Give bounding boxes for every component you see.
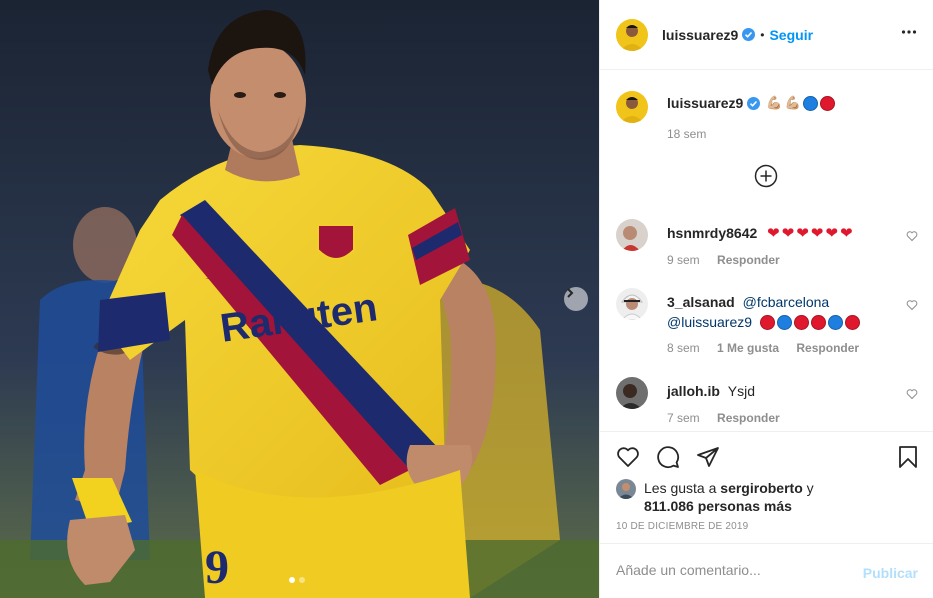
comment-likes-count[interactable]: 1 Me gusta	[717, 341, 779, 355]
comment-like-button[interactable]	[906, 229, 918, 245]
post-actions-section: Les gusta a sergiroberto y 811.086 perso…	[600, 431, 933, 543]
comment-item: 3_alsanad @fcbarcelona @luissuarez9 8 se…	[616, 288, 918, 360]
comment-body: 3_alsanad @fcbarcelona @luissuarez9	[667, 292, 897, 332]
like-button[interactable]	[616, 445, 640, 472]
add-comment-bar: Publicar	[600, 543, 933, 598]
comment-meta: 7 sem Responder	[667, 411, 780, 425]
comment-like-button[interactable]	[906, 387, 918, 403]
commenter-username[interactable]: jalloh.ib	[667, 383, 720, 399]
comment-item: jalloh.ib Ysjd 7 sem Responder	[616, 377, 918, 427]
author-username[interactable]: luissuarez9	[662, 27, 738, 43]
carousel-dot-active	[289, 577, 295, 583]
comment-time: 9 sem	[667, 253, 700, 267]
flexed-biceps-emoji: 💪🏼	[766, 95, 783, 110]
post-header: luissuarez9 • Seguir	[600, 0, 933, 70]
plus-circle-icon	[754, 164, 778, 188]
heart-icon	[906, 300, 918, 311]
publish-button[interactable]: Publicar	[863, 565, 918, 581]
likes-prefix: Les gusta a	[644, 480, 717, 496]
liker-username[interactable]: sergiroberto	[720, 480, 802, 496]
likes-conjunction: y	[806, 480, 814, 496]
red-heart-emoji: ❤	[825, 225, 839, 242]
caption-username[interactable]: luissuarez9	[667, 95, 743, 111]
load-more-comments-button[interactable]	[754, 164, 778, 191]
likes-text: Les gusta a sergiroberto y 811.086 perso…	[644, 479, 814, 515]
jersey-number: 9	[205, 541, 229, 594]
post-side-panel: luissuarez9 • Seguir luissuarez9 💪🏼 💪🏼 1…	[599, 0, 933, 598]
likes-count[interactable]: 811.086 personas más	[644, 498, 792, 514]
red-heart-emoji: ❤	[767, 225, 780, 242]
comment-time: 8 sem	[667, 341, 700, 355]
commenter-avatar[interactable]	[616, 219, 648, 251]
caption-text: luissuarez9 💪🏼 💪🏼	[667, 95, 835, 111]
red-circle-emoji	[759, 315, 775, 330]
heart-icon	[906, 389, 918, 400]
caption-time: 18 sem	[667, 127, 707, 141]
blue-circle-emoji	[776, 315, 792, 330]
carousel-next-button[interactable]	[564, 287, 588, 311]
red-heart-emoji: ❤	[796, 225, 809, 242]
blue-circle-emoji	[827, 315, 843, 330]
mention-link[interactable]: @fcbarcelona	[743, 294, 830, 310]
follow-button[interactable]: Seguir	[769, 27, 813, 43]
heart-icon	[617, 447, 639, 467]
carousel-dot	[299, 577, 305, 583]
red-heart-emoji: ❤	[810, 225, 824, 242]
commenter-username[interactable]: 3_alsanad	[667, 294, 735, 310]
bookmark-icon	[899, 446, 917, 468]
reply-button[interactable]: Responder	[796, 341, 859, 355]
red-heart-emoji: ❤	[781, 225, 795, 242]
post-date[interactable]: 10 DE DICIEMBRE DE 2019	[616, 521, 748, 532]
comment-input[interactable]	[616, 562, 856, 578]
comment-like-button[interactable]	[906, 298, 918, 314]
heart-icon	[906, 231, 918, 242]
liker-avatar[interactable]	[616, 479, 636, 499]
author-avatar[interactable]	[616, 18, 648, 51]
commenter-avatar[interactable]	[616, 377, 648, 409]
comment-button[interactable]	[656, 445, 680, 472]
comment-hearts: ❤ ❤ ❤ ❤ ❤ ❤	[765, 225, 853, 242]
comment-meta: 8 sem 1 Me gusta Responder	[667, 341, 859, 355]
share-button[interactable]	[696, 445, 720, 472]
comment-icon	[657, 446, 680, 469]
red-circle-emoji	[819, 95, 835, 111]
chevron-right-icon	[567, 288, 574, 298]
more-options-icon	[901, 30, 917, 34]
carousel-dots	[289, 577, 305, 583]
save-button[interactable]	[896, 445, 920, 472]
blue-circle-emoji	[802, 95, 818, 111]
red-circle-emoji	[844, 315, 860, 330]
red-circle-emoji	[793, 315, 809, 330]
comment-time: 7 sem	[667, 411, 700, 425]
send-icon	[697, 447, 719, 467]
comment-item: hsnmrdy8642 ❤ ❤ ❤ ❤ ❤ ❤ 9 sem Responder	[616, 219, 918, 274]
reply-button[interactable]: Responder	[717, 253, 780, 267]
more-options-button[interactable]	[901, 24, 917, 43]
commenter-username[interactable]: hsnmrdy8642	[667, 225, 757, 241]
post-photo[interactable]: Rakuten 9	[0, 0, 599, 598]
flexed-biceps-emoji: 💪🏼	[784, 95, 801, 110]
red-circle-emoji	[810, 315, 826, 330]
likes-summary: Les gusta a sergiroberto y 811.086 perso…	[616, 479, 814, 515]
verified-badge-icon	[747, 96, 761, 110]
comment-meta: 9 sem Responder	[667, 253, 780, 267]
comment-text: Ysjd	[727, 383, 756, 399]
caption-avatar[interactable]	[616, 91, 648, 123]
mention-link[interactable]: @luissuarez9	[667, 314, 752, 330]
verified-badge-icon	[742, 28, 756, 41]
comment-body: hsnmrdy8642 ❤ ❤ ❤ ❤ ❤ ❤	[667, 223, 887, 244]
commenter-avatar[interactable]	[616, 288, 648, 320]
reply-button[interactable]: Responder	[717, 411, 780, 425]
comment-body: jalloh.ib Ysjd	[667, 381, 887, 401]
header-separator: •	[760, 27, 765, 42]
red-heart-emoji: ❤	[840, 225, 853, 242]
